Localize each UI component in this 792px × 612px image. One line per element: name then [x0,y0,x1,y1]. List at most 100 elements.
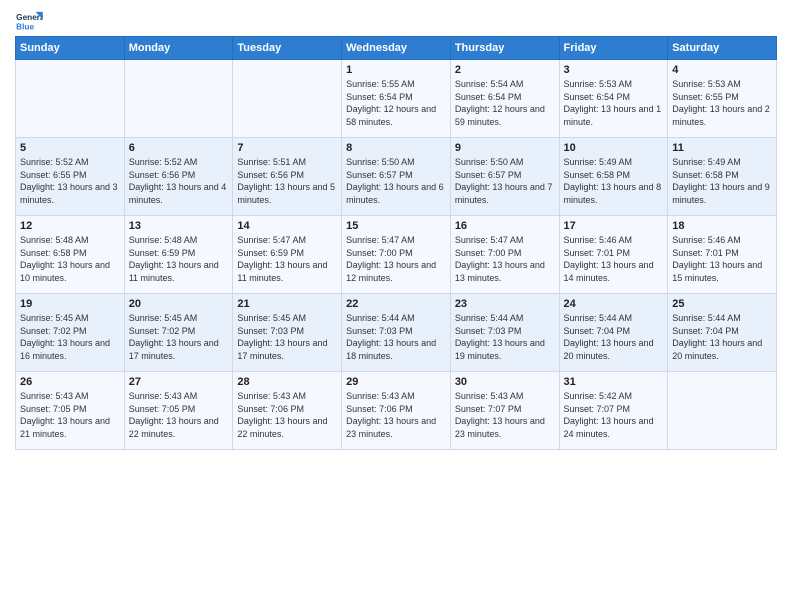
cell-info: Sunrise: 5:45 AM Sunset: 7:03 PM Dayligh… [237,312,337,362]
calendar-week-3: 12 Sunrise: 5:48 AM Sunset: 6:58 PM Dayli… [16,216,777,294]
cell-info: Sunrise: 5:46 AM Sunset: 7:01 PM Dayligh… [672,234,772,284]
logo-icon: General Blue [15,10,43,32]
cell-info: Sunrise: 5:49 AM Sunset: 6:58 PM Dayligh… [564,156,664,206]
header-day-sunday: Sunday [16,37,125,60]
cell-info: Sunrise: 5:47 AM Sunset: 6:59 PM Dayligh… [237,234,337,284]
day-number: 4 [672,64,772,76]
calendar-week-5: 26 Sunrise: 5:43 AM Sunset: 7:05 PM Dayli… [16,372,777,450]
calendar-cell: 11Sunrise: 5:49 AM Sunset: 6:58 PM Dayli… [668,138,777,216]
calendar-cell: 6 Sunrise: 5:52 AM Sunset: 6:56 PM Daylig… [124,138,233,216]
calendar-cell: 31Sunrise: 5:42 AM Sunset: 7:07 PM Dayli… [559,372,668,450]
header-day-friday: Friday [559,37,668,60]
cell-info: Sunrise: 5:52 AM Sunset: 6:55 PM Dayligh… [20,156,120,206]
header-day-tuesday: Tuesday [233,37,342,60]
calendar-cell: 23 Sunrise: 5:44 AM Sunset: 7:03 PM Dayli… [450,294,559,372]
calendar-week-1: 1 Sunrise: 5:55 AM Sunset: 6:54 PM Daylig… [16,60,777,138]
cell-info: Sunrise: 5:48 AM Sunset: 6:58 PM Dayligh… [20,234,120,284]
header: General Blue [15,10,777,32]
calendar-cell: 28 Sunrise: 5:43 AM Sunset: 7:06 PM Dayli… [233,372,342,450]
day-number: 6 [129,142,229,154]
calendar-cell: 22 Sunrise: 5:44 AM Sunset: 7:03 PM Dayli… [342,294,451,372]
calendar-week-2: 5Sunrise: 5:52 AM Sunset: 6:55 PM Daylig… [16,138,777,216]
day-number: 15 [346,220,446,232]
calendar-cell [668,372,777,450]
calendar-cell: 17 Sunrise: 5:46 AM Sunset: 7:01 PM Dayli… [559,216,668,294]
header-day-wednesday: Wednesday [342,37,451,60]
svg-text:Blue: Blue [16,22,34,31]
calendar-cell: 2 Sunrise: 5:54 AM Sunset: 6:54 PM Daylig… [450,60,559,138]
cell-info: Sunrise: 5:43 AM Sunset: 7:06 PM Dayligh… [237,390,337,440]
cell-info: Sunrise: 5:47 AM Sunset: 7:00 PM Dayligh… [455,234,555,284]
cell-info: Sunrise: 5:51 AM Sunset: 6:56 PM Dayligh… [237,156,337,206]
calendar-cell: 24Sunrise: 5:44 AM Sunset: 7:04 PM Dayli… [559,294,668,372]
cell-info: Sunrise: 5:43 AM Sunset: 7:06 PM Dayligh… [346,390,446,440]
calendar-table: SundayMondayTuesdayWednesdayThursdayFrid… [15,36,777,450]
calendar-cell: 16 Sunrise: 5:47 AM Sunset: 7:00 PM Dayli… [450,216,559,294]
calendar-cell: 4 Sunrise: 5:53 AM Sunset: 6:55 PM Daylig… [668,60,777,138]
day-number: 12 [20,220,120,232]
calendar-cell: 19Sunrise: 5:45 AM Sunset: 7:02 PM Dayli… [16,294,125,372]
calendar-cell: 29Sunrise: 5:43 AM Sunset: 7:06 PM Dayli… [342,372,451,450]
cell-info: Sunrise: 5:43 AM Sunset: 7:07 PM Dayligh… [455,390,555,440]
cell-info: Sunrise: 5:50 AM Sunset: 6:57 PM Dayligh… [455,156,555,206]
day-number: 9 [455,142,555,154]
day-number: 20 [129,298,229,310]
cell-info: Sunrise: 5:54 AM Sunset: 6:54 PM Dayligh… [455,78,555,128]
calendar-cell: 30 Sunrise: 5:43 AM Sunset: 7:07 PM Dayli… [450,372,559,450]
calendar-cell: 3 Sunrise: 5:53 AM Sunset: 6:54 PM Daylig… [559,60,668,138]
calendar-cell: 1 Sunrise: 5:55 AM Sunset: 6:54 PM Daylig… [342,60,451,138]
cell-info: Sunrise: 5:52 AM Sunset: 6:56 PM Dayligh… [129,156,229,206]
cell-info: Sunrise: 5:53 AM Sunset: 6:54 PM Dayligh… [564,78,664,128]
day-number: 31 [564,376,664,388]
day-number: 2 [455,64,555,76]
header-day-monday: Monday [124,37,233,60]
calendar-cell: 25 Sunrise: 5:44 AM Sunset: 7:04 PM Dayli… [668,294,777,372]
calendar-week-4: 19Sunrise: 5:45 AM Sunset: 7:02 PM Dayli… [16,294,777,372]
header-day-saturday: Saturday [668,37,777,60]
logo: General Blue [15,10,43,32]
day-number: 23 [455,298,555,310]
cell-info: Sunrise: 5:47 AM Sunset: 7:00 PM Dayligh… [346,234,446,284]
day-number: 7 [237,142,337,154]
calendar-cell [124,60,233,138]
calendar-cell: 18 Sunrise: 5:46 AM Sunset: 7:01 PM Dayli… [668,216,777,294]
calendar-cell: 9 Sunrise: 5:50 AM Sunset: 6:57 PM Daylig… [450,138,559,216]
calendar-cell: 7 Sunrise: 5:51 AM Sunset: 6:56 PM Daylig… [233,138,342,216]
calendar-cell [16,60,125,138]
day-number: 26 [20,376,120,388]
day-number: 27 [129,376,229,388]
day-number: 21 [237,298,337,310]
calendar-cell: 15 Sunrise: 5:47 AM Sunset: 7:00 PM Dayli… [342,216,451,294]
cell-info: Sunrise: 5:44 AM Sunset: 7:03 PM Dayligh… [346,312,446,362]
cell-info: Sunrise: 5:55 AM Sunset: 6:54 PM Dayligh… [346,78,446,128]
cell-info: Sunrise: 5:49 AM Sunset: 6:58 PM Dayligh… [672,156,772,206]
cell-info: Sunrise: 5:44 AM Sunset: 7:03 PM Dayligh… [455,312,555,362]
calendar-header-row: SundayMondayTuesdayWednesdayThursdayFrid… [16,37,777,60]
day-number: 25 [672,298,772,310]
day-number: 18 [672,220,772,232]
page-container: General Blue SundayMondayTuesdayWednesda… [0,0,792,460]
day-number: 19 [20,298,120,310]
cell-info: Sunrise: 5:43 AM Sunset: 7:05 PM Dayligh… [20,390,120,440]
cell-info: Sunrise: 5:48 AM Sunset: 6:59 PM Dayligh… [129,234,229,284]
cell-info: Sunrise: 5:50 AM Sunset: 6:57 PM Dayligh… [346,156,446,206]
day-number: 13 [129,220,229,232]
day-number: 28 [237,376,337,388]
day-number: 17 [564,220,664,232]
calendar-cell: 27Sunrise: 5:43 AM Sunset: 7:05 PM Dayli… [124,372,233,450]
day-number: 3 [564,64,664,76]
day-number: 30 [455,376,555,388]
day-number: 16 [455,220,555,232]
day-number: 22 [346,298,446,310]
cell-info: Sunrise: 5:44 AM Sunset: 7:04 PM Dayligh… [672,312,772,362]
calendar-cell: 20Sunrise: 5:45 AM Sunset: 7:02 PM Dayli… [124,294,233,372]
cell-info: Sunrise: 5:46 AM Sunset: 7:01 PM Dayligh… [564,234,664,284]
calendar-cell: 14 Sunrise: 5:47 AM Sunset: 6:59 PM Dayli… [233,216,342,294]
day-number: 8 [346,142,446,154]
cell-info: Sunrise: 5:53 AM Sunset: 6:55 PM Dayligh… [672,78,772,128]
day-number: 24 [564,298,664,310]
day-number: 14 [237,220,337,232]
day-number: 1 [346,64,446,76]
calendar-cell: 8 Sunrise: 5:50 AM Sunset: 6:57 PM Daylig… [342,138,451,216]
calendar-cell: 21 Sunrise: 5:45 AM Sunset: 7:03 PM Dayli… [233,294,342,372]
